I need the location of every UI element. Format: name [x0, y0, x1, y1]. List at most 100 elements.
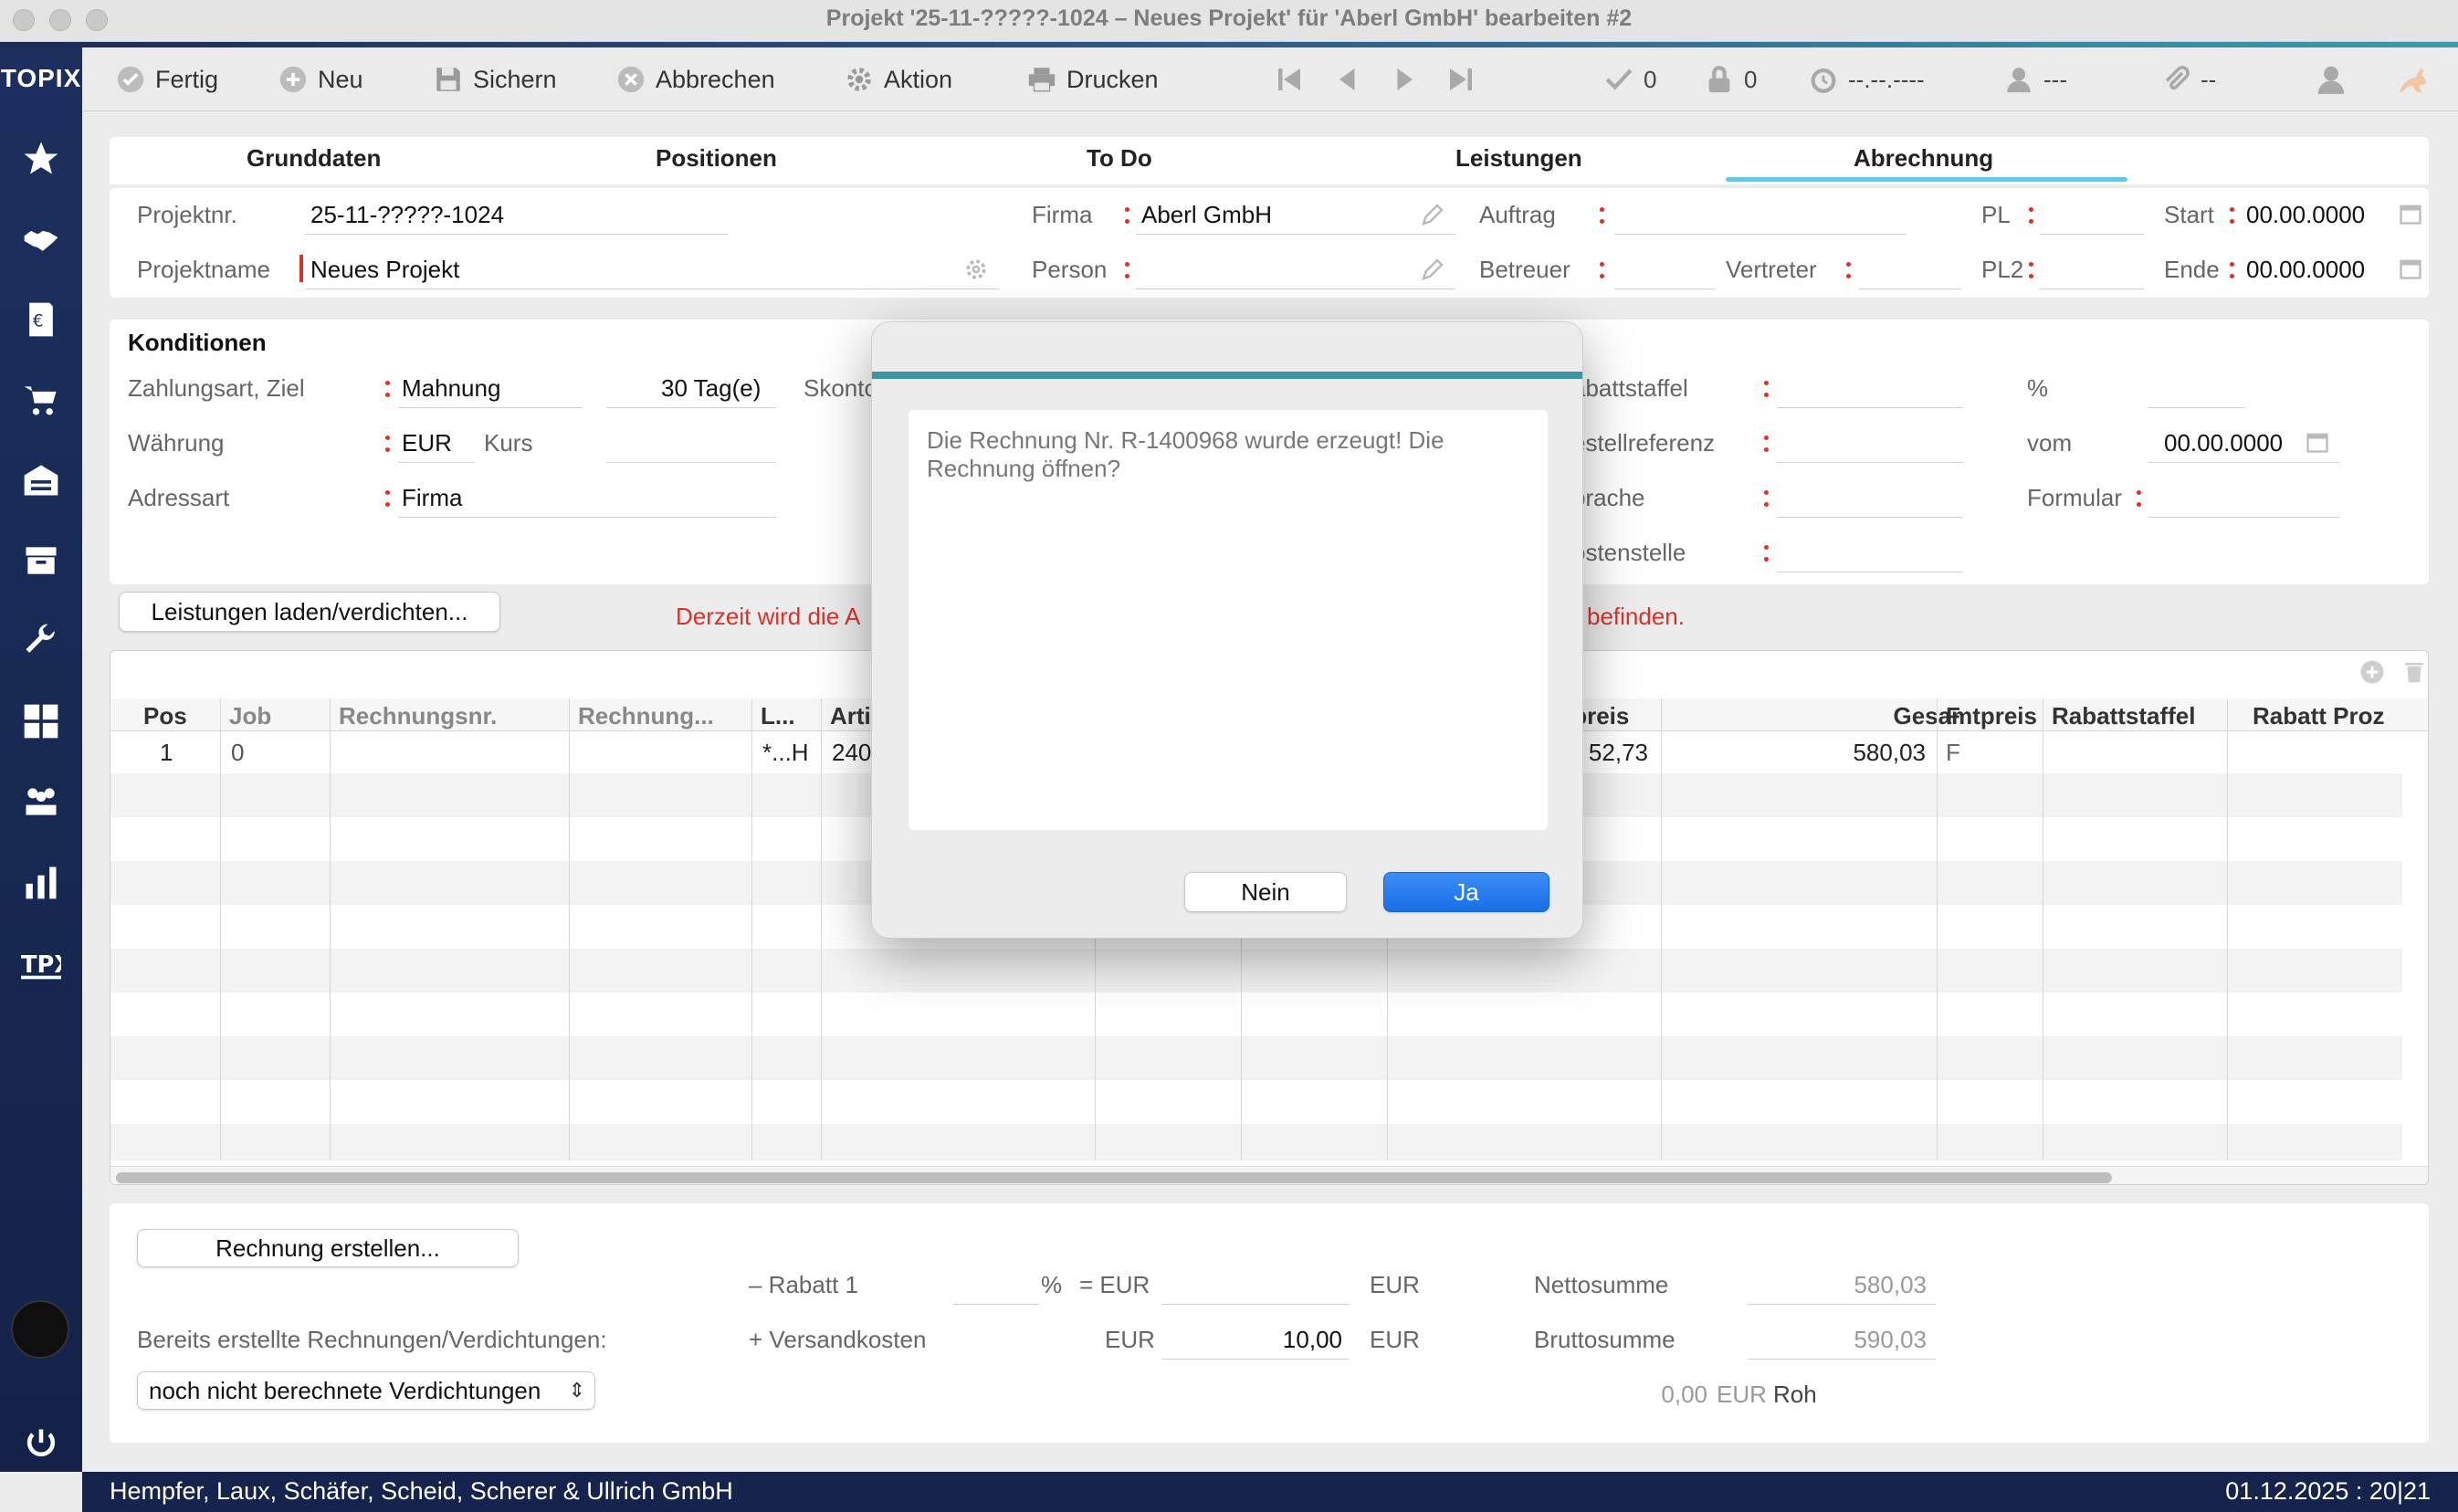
alarm-date[interactable]: --.--.----	[1808, 64, 1925, 95]
edit-pencil-icon[interactable]	[1419, 256, 1446, 283]
status-datetime: 01.12.2025 : 20|21	[2225, 1477, 2431, 1505]
lock-count[interactable]: 0	[1704, 64, 1757, 95]
drucken-label: Drucken	[1066, 65, 1159, 93]
power-icon[interactable]	[21, 1424, 61, 1465]
rabatt-amount-field[interactable]	[1161, 1304, 1350, 1305]
calendar-icon[interactable]	[2398, 256, 2423, 281]
tab-todo[interactable]: To Do	[1087, 144, 1152, 173]
window-titlebar: Projekt '25-11-?????-1024 – Neues Projek…	[0, 0, 2458, 42]
col-pos[interactable]: Pos	[143, 702, 187, 735]
required-marker	[1764, 381, 1769, 397]
projektname-field[interactable]: Neues Projekt	[310, 256, 459, 284]
required-marker	[1764, 545, 1769, 562]
col-gesamtpreis[interactable]: Gesamtpreis	[1770, 702, 2037, 735]
neu-button[interactable]: Neu	[278, 64, 363, 95]
tab-grunddaten[interactable]: Grunddaten	[247, 144, 381, 173]
versand-label: + Versandkosten	[749, 1326, 927, 1353]
zahlungsart-field[interactable]: Mahnung	[402, 374, 500, 403]
abbrechen-button[interactable]: Abbrechen	[615, 64, 775, 95]
col-l[interactable]: L...	[761, 702, 795, 735]
aktion-button[interactable]: Aktion	[844, 64, 952, 95]
col-rabattstaffel[interactable]: Rabattstaffel	[2052, 702, 2195, 735]
required-marker	[299, 255, 303, 282]
nettosumme-label: Nettosumme	[1534, 1271, 1669, 1298]
col-rabatt-prozent[interactable]: Rabatt Proz	[2253, 702, 2399, 735]
tpx-logo-icon[interactable]: TPX	[21, 942, 61, 982]
avatar[interactable]	[11, 1300, 69, 1359]
star-icon[interactable]	[21, 139, 61, 179]
calendar-icon[interactable]	[2398, 201, 2423, 226]
contact-user-icon[interactable]	[2314, 62, 2348, 97]
wrench-icon[interactable]	[21, 621, 61, 661]
verdichtungen-select[interactable]: noch nicht berechnete Verdichtungen ⇕	[137, 1371, 595, 1410]
tab-positionen[interactable]: Positionen	[656, 144, 777, 173]
kangaroo-icon[interactable]	[2392, 60, 2432, 99]
user-icon	[2007, 68, 2031, 93]
calculator-icon[interactable]	[21, 701, 61, 741]
rabattstaffel-field[interactable]	[1777, 407, 1963, 408]
required-marker	[1764, 436, 1769, 452]
kurs-field[interactable]	[606, 462, 776, 463]
auftrag-field[interactable]	[1614, 234, 1907, 235]
nein-button[interactable]: Nein	[1184, 872, 1347, 912]
col-rechnungsnr[interactable]: Rechnungsnr.	[339, 702, 497, 735]
adressart-field[interactable]: Firma	[402, 484, 462, 512]
last-record-icon[interactable]	[1444, 62, 1477, 97]
pl-field[interactable]	[2040, 234, 2144, 235]
people-icon[interactable]	[21, 782, 61, 822]
projektnr-field[interactable]: 25-11-?????-1024	[310, 201, 504, 229]
attachment-field[interactable]: --	[2160, 64, 2216, 95]
rechnung-erstellen-button[interactable]: Rechnung erstellen...	[137, 1229, 519, 1267]
formular-field[interactable]	[2148, 517, 2339, 518]
cart-icon[interactable]	[21, 380, 61, 420]
archive-box-icon[interactable]	[21, 541, 61, 581]
vom-label: vom	[2027, 429, 2073, 457]
percent-field[interactable]	[2148, 407, 2244, 408]
versandkosten-field[interactable]: 10,00	[1161, 1326, 1342, 1354]
horizontal-scrollbar[interactable]	[110, 1166, 2428, 1184]
percent-label: %	[2027, 374, 2049, 402]
firma-field[interactable]: Aberl GmbH	[1141, 201, 1272, 229]
sprache-field[interactable]	[1777, 517, 1963, 518]
zahlungsziel-field[interactable]: 30 Tag(e)	[661, 374, 761, 403]
calendar-icon[interactable]	[2305, 429, 2330, 455]
add-row-icon[interactable]	[2358, 658, 2386, 686]
ja-button[interactable]: Ja	[1383, 872, 1549, 912]
col-job[interactable]: Job	[229, 702, 271, 735]
bestellreferenz-field[interactable]	[1777, 462, 1963, 463]
toolbar: Fertig Neu Sichern Abbrechen Aktion Druc…	[82, 47, 2458, 111]
waehrung-field[interactable]: EUR	[402, 429, 452, 457]
previous-record-icon[interactable]	[1331, 62, 1364, 97]
cancel-circle-icon	[617, 66, 645, 93]
settings-gear-icon[interactable]	[962, 256, 990, 283]
check-count[interactable]: 0	[1603, 64, 1656, 95]
first-record-icon[interactable]	[1273, 62, 1306, 97]
next-record-icon[interactable]	[1388, 62, 1421, 97]
sichern-button[interactable]: Sichern	[433, 64, 557, 95]
trash-icon[interactable]	[2400, 658, 2428, 686]
scrollbar-thumb[interactable]	[116, 1172, 2112, 1183]
leistungen-laden-button[interactable]: Leistungen laden/verdichten...	[119, 592, 500, 632]
end-date-field[interactable]: 00.00.0000	[2246, 256, 2365, 284]
rabatt-percent-field[interactable]	[953, 1304, 1039, 1305]
fertig-button[interactable]: Fertig	[115, 64, 218, 95]
user-field[interactable]: ---	[2003, 64, 2067, 95]
bruttosumme-label: Bruttosumme	[1534, 1326, 1675, 1353]
col-rechnungsdatum[interactable]: Rechnung...	[578, 702, 714, 735]
bar-chart-icon[interactable]	[21, 862, 61, 902]
handshake-icon[interactable]	[21, 219, 61, 259]
waehrung-label: Währung	[128, 429, 225, 457]
warehouse-icon[interactable]	[21, 460, 61, 500]
edit-pencil-icon[interactable]	[1419, 201, 1446, 228]
col-f[interactable]: F	[1946, 702, 1960, 735]
drucken-button[interactable]: Drucken	[1026, 64, 1159, 95]
vertreter-label: Vertreter	[1726, 256, 1817, 283]
tab-abrechnung[interactable]: Abrechnung	[1854, 144, 1993, 173]
vom-date-field[interactable]: 00.00.0000	[2164, 429, 2283, 457]
col-artikel[interactable]: Arti	[830, 702, 871, 735]
start-date-field[interactable]: 00.00.0000	[2246, 201, 2365, 229]
tab-leistungen[interactable]: Leistungen	[1455, 144, 1582, 173]
invoice-euro-icon[interactable]: €	[21, 299, 61, 340]
required-marker	[1600, 207, 1604, 224]
start-label: Start	[2164, 201, 2214, 228]
